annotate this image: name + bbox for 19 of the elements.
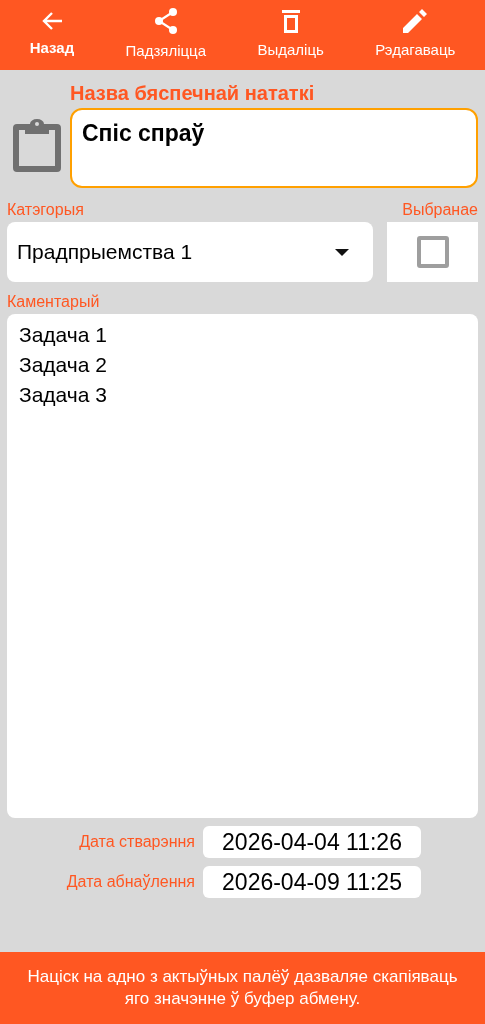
clipboard-icon — [12, 116, 62, 172]
field-label: Катэгорыя — [7, 200, 85, 220]
field-label: Выбранае — [402, 200, 478, 220]
date-value[interactable]: 2026-04-09 11:25 — [203, 866, 421, 898]
trash-icon — [281, 8, 300, 33]
hint-text: Націск на адно з актыўных палёў дазваляе скапіяваць яго значэнне ў буфер абмену. — [26, 966, 459, 1010]
category-dropdown[interactable]: Прадпрыемства 1 — [7, 222, 373, 282]
dropdown-caret-icon — [335, 248, 349, 256]
favorite-checkbox[interactable] — [416, 236, 449, 268]
back-arrow-icon — [40, 10, 63, 31]
title-field[interactable]: Спіс спраў — [70, 108, 478, 188]
date-label: Дата абнаўлення — [65, 872, 195, 892]
comment-field[interactable]: Задача 1 Задача 2 Задача 3 — [7, 314, 478, 818]
date-value[interactable]: 2026-04-04 11:26 — [203, 826, 421, 858]
pencil-icon — [403, 8, 428, 33]
field-label: Каментарый — [7, 292, 101, 312]
field-label: Назва бяспечнай нататкі — [70, 81, 316, 106]
date-label: Дата стварэння — [78, 832, 195, 852]
share-icon — [153, 7, 178, 34]
